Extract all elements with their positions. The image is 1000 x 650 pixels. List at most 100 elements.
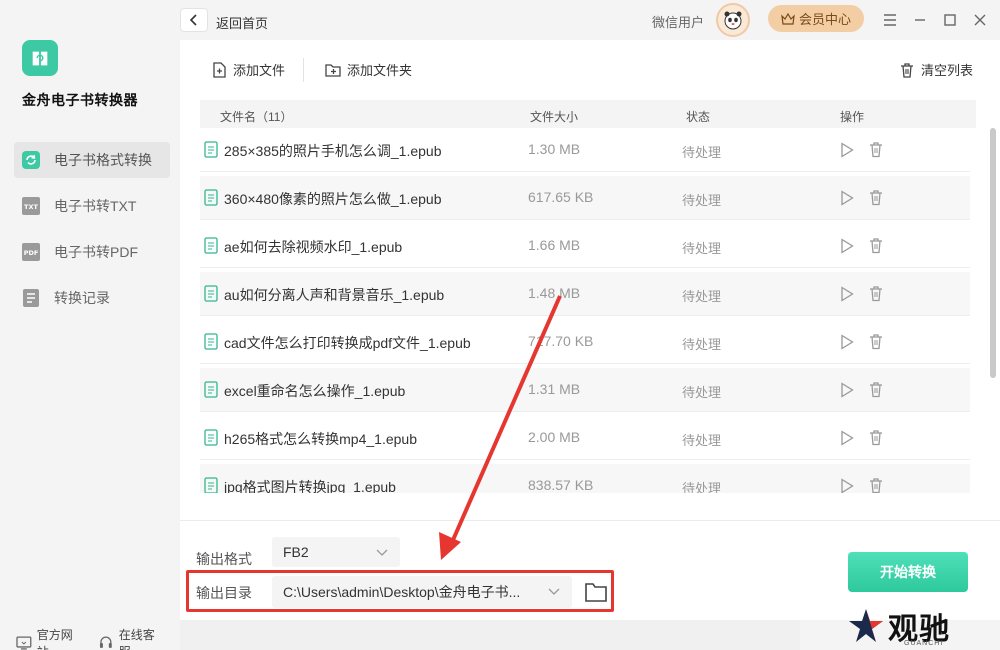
clear-list-button[interactable]: 清空列表 [898,60,973,79]
back-button[interactable] [180,8,208,32]
table-row[interactable]: 360×480像素的照片怎么做_1.epub 617.65 KB 待处理 [200,176,970,220]
file-size: 2.00 MB [528,429,581,445]
file-name: 285×385的照片手机怎么调_1.epub [224,143,442,159]
play-icon[interactable] [840,142,854,158]
svg-text:TXT: TXT [24,203,38,211]
trash-icon[interactable] [868,333,884,350]
annotation-highlight-box [186,570,614,612]
sidebar-item-format-convert[interactable]: 电子书格式转换 [14,142,170,178]
play-icon[interactable] [840,382,854,398]
table-row[interactable]: cad文件怎么打印转换成pdf文件_1.epub 717.70 KB 待处理 [200,320,970,364]
sidebar-item-label: 电子书格式转换 [54,152,152,168]
chevron-left-icon [189,14,197,26]
user-name: 微信用户 [652,15,705,30]
play-icon[interactable] [840,478,854,493]
column-header-name: 文件名（11） [220,110,293,124]
clear-list-label: 清空列表 [921,63,974,78]
online-support-link[interactable]: 在线客服 [98,626,166,650]
epub-file-icon [204,381,218,398]
table-row[interactable]: excel重命名怎么操作_1.epub 1.31 MB 待处理 [200,368,970,412]
epub-file-icon [204,141,218,158]
file-name: 360×480像素的照片怎么做_1.epub [224,191,442,207]
file-size: 617.65 KB [528,189,594,205]
table-row[interactable]: au如何分离人声和背景音乐_1.epub 1.48 MB 待处理 [200,272,970,316]
epub-file-icon [204,237,218,254]
back-home-link[interactable]: 返回首页 [216,13,268,32]
output-format-label: 输出格式 [196,551,252,567]
vip-center-button[interactable]: 会员中心 [768,5,864,32]
toolbar-divider [303,58,304,82]
sidebar-item-to-txt[interactable]: TXT 电子书转TXT [14,188,170,224]
file-status: 待处理 [682,337,722,352]
file-size: 838.57 KB [528,477,594,493]
monitor-icon [16,636,32,650]
list-document-icon [20,287,42,309]
trash-icon[interactable] [868,141,884,158]
epub-file-icon [204,477,218,493]
trash-icon[interactable] [868,429,884,446]
file-table-body: 285×385的照片手机怎么调_1.epub 1.30 MB 待处理 360×480像… [200,128,976,493]
trash-icon[interactable] [868,381,884,398]
sidebar: 金舟电子书转换器 电子书格式转换 TXT 电子书转TXT PDF 电子书转PDF… [0,0,180,650]
file-status: 待处理 [682,145,722,160]
play-icon[interactable] [840,286,854,302]
pdf-file-icon: PDF [20,241,42,263]
file-status: 待处理 [682,481,722,493]
file-status: 待处理 [682,289,722,304]
crown-icon [781,12,795,25]
column-header-size: 文件大小 [530,110,579,124]
table-row[interactable]: h265格式怎么转换mp4_1.epub 2.00 MB 待处理 [200,416,970,460]
sidebar-item-label: 电子书转TXT [54,198,137,214]
epub-file-icon [204,429,218,446]
file-status: 待处理 [682,241,722,256]
add-file-button[interactable]: 添加文件 [210,60,285,79]
txt-file-icon: TXT [20,195,42,217]
sidebar-item-label: 转换记录 [54,290,110,306]
table-row[interactable]: 285×385的照片手机怎么调_1.epub 1.30 MB 待处理 [200,128,970,172]
epub-file-icon [204,333,218,350]
trash-icon [901,62,913,78]
chevron-down-icon [376,549,388,556]
app-name: 金舟电子书转换器 [22,92,138,108]
file-status: 待处理 [682,433,722,448]
trash-icon[interactable] [868,285,884,302]
list-scrollbar[interactable] [990,128,996,378]
play-icon[interactable] [840,190,854,206]
menu-icon[interactable] [880,10,900,30]
maximize-icon[interactable] [940,10,960,30]
panda-avatar-icon [724,11,742,30]
sidebar-item-to-pdf[interactable]: PDF 电子书转PDF [14,234,170,270]
minimize-icon[interactable] [910,10,930,30]
table-row[interactable]: ae如何去除视频水印_1.epub 1.66 MB 待处理 [200,224,970,268]
close-icon[interactable] [970,10,990,30]
sidebar-item-history[interactable]: 转换记录 [14,280,170,316]
table-header: 文件名（11） 文件大小 状态 操作 [200,100,976,128]
official-website-label: 官方网站 [36,628,73,650]
add-folder-label: 添加文件夹 [347,63,413,78]
table-row[interactable]: jpg格式图片转换jpg_1.epub 838.57 KB 待处理 [200,464,970,493]
epub-file-icon [204,189,218,206]
vip-center-label: 会员中心 [798,12,851,27]
file-size: 1.30 MB [528,141,581,157]
official-website-link[interactable]: 官方网站 [16,626,84,650]
file-size: 717.70 KB [528,333,594,349]
avatar[interactable] [716,3,750,37]
start-convert-button[interactable]: 开始转换 [848,552,968,592]
output-format-select[interactable]: FB2 [272,537,400,567]
add-folder-icon [325,63,341,77]
trash-icon[interactable] [868,189,884,206]
footer-strip [180,620,800,650]
add-folder-button[interactable]: 添加文件夹 [324,60,412,79]
play-icon[interactable] [840,430,854,446]
play-icon[interactable] [840,334,854,350]
sidebar-nav: 电子书格式转换 TXT 电子书转TXT PDF 电子书转PDF 转换记录 [14,142,170,326]
file-status: 待处理 [682,385,722,400]
play-icon[interactable] [840,238,854,254]
epub-file-icon [204,285,218,302]
trash-icon[interactable] [868,237,884,254]
app-logo-icon [22,40,58,76]
trash-icon[interactable] [868,477,884,493]
file-name: au如何分离人声和背景音乐_1.epub [224,287,445,303]
sidebar-item-label: 电子书转PDF [54,244,138,260]
file-size: 1.48 MB [528,285,581,301]
